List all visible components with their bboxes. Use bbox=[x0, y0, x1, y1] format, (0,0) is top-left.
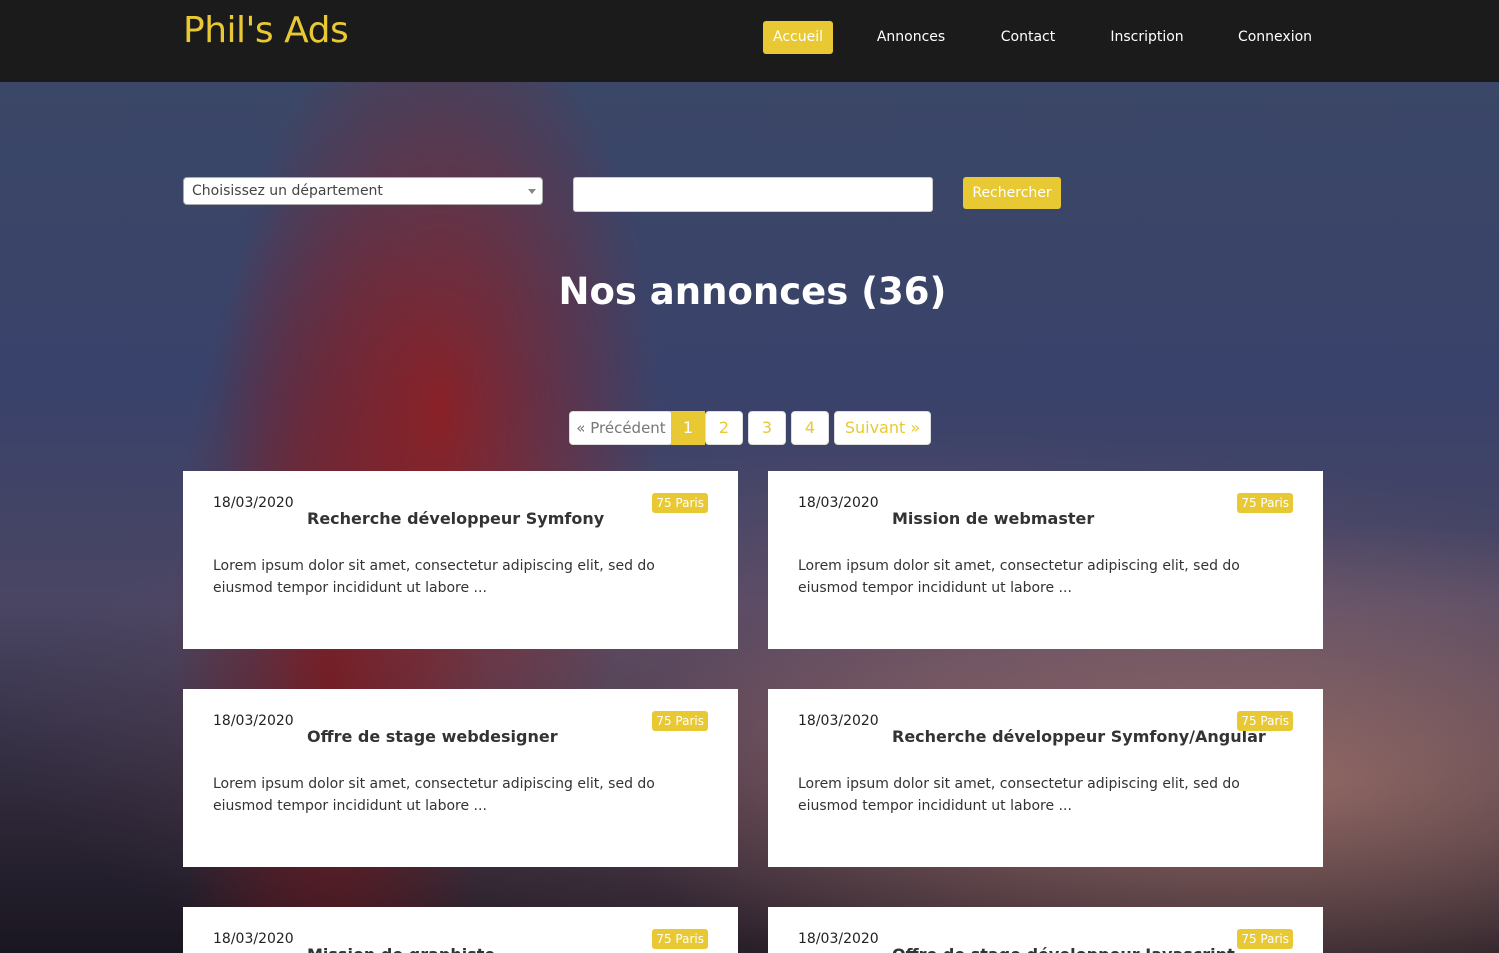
search-button[interactable]: Rechercher bbox=[963, 177, 1061, 209]
keyword-search-input[interactable] bbox=[573, 177, 933, 212]
ad-title[interactable]: Recherche développeur Symfony bbox=[307, 509, 604, 528]
nav-accueil[interactable]: Accueil bbox=[763, 21, 833, 54]
ad-date: 18/03/2020 bbox=[213, 713, 294, 729]
ad-card[interactable]: 18/03/2020 Mission de webmaster 75 Paris… bbox=[768, 471, 1323, 649]
navbar: Phil's Ads Accueil Annonces Contact Insc… bbox=[0, 0, 1499, 82]
ad-card[interactable]: 18/03/2020 Recherche développeur Symfony… bbox=[768, 689, 1323, 867]
ad-title[interactable]: Offre de stage développeur Javascript bbox=[892, 945, 1235, 953]
pagination-page-3[interactable]: 3 bbox=[748, 411, 786, 445]
ad-excerpt: Lorem ipsum dolor sit amet, consectetur … bbox=[213, 776, 655, 814]
ad-date: 18/03/2020 bbox=[213, 495, 294, 511]
nav-annonces[interactable]: Annonces bbox=[868, 21, 954, 54]
chevron-down-icon bbox=[528, 189, 536, 194]
ad-location-badge: 75 Paris bbox=[652, 929, 708, 949]
nav-inscription[interactable]: Inscription bbox=[1102, 21, 1192, 54]
pagination-page-4[interactable]: 4 bbox=[791, 411, 829, 445]
ad-date: 18/03/2020 bbox=[798, 931, 879, 947]
ad-excerpt: Lorem ipsum dolor sit amet, consectetur … bbox=[213, 558, 655, 596]
ad-title[interactable]: Mission de webmaster bbox=[892, 509, 1094, 528]
ad-location-badge: 75 Paris bbox=[1237, 929, 1293, 949]
ad-card[interactable]: 18/03/2020 Mission de graphiste 75 Paris bbox=[183, 907, 738, 953]
ad-card[interactable]: 18/03/2020 Offre de stage webdesigner 75… bbox=[183, 689, 738, 867]
pagination-page-2[interactable]: 2 bbox=[705, 411, 743, 445]
pagination-page-1[interactable]: 1 bbox=[671, 411, 705, 445]
pagination-next[interactable]: Suivant » bbox=[834, 411, 931, 445]
department-select[interactable]: Choisissez un département bbox=[183, 177, 543, 205]
department-select-value: Choisissez un département bbox=[192, 183, 383, 199]
ad-date: 18/03/2020 bbox=[798, 713, 879, 729]
ad-location-badge: 75 Paris bbox=[1237, 493, 1293, 513]
ad-date: 18/03/2020 bbox=[213, 931, 294, 947]
ad-title[interactable]: Recherche développeur Symfony/Angular bbox=[892, 727, 1266, 746]
pagination-previous[interactable]: « Précédent bbox=[569, 411, 673, 445]
ad-location-badge: 75 Paris bbox=[1237, 711, 1293, 731]
ad-card[interactable]: 18/03/2020 Offre de stage développeur Ja… bbox=[768, 907, 1323, 953]
ad-title[interactable]: Mission de graphiste bbox=[307, 945, 495, 953]
nav-contact[interactable]: Contact bbox=[993, 21, 1063, 54]
ad-card[interactable]: 18/03/2020 Recherche développeur Symfony… bbox=[183, 471, 738, 649]
ad-location-badge: 75 Paris bbox=[652, 493, 708, 513]
nav-connexion[interactable]: Connexion bbox=[1230, 21, 1320, 54]
ad-location-badge: 75 Paris bbox=[652, 711, 708, 731]
brand-logo[interactable]: Phil's Ads bbox=[183, 10, 349, 51]
ad-date: 18/03/2020 bbox=[798, 495, 879, 511]
page-title: Nos annonces (36) bbox=[558, 270, 947, 313]
ad-excerpt: Lorem ipsum dolor sit amet, consectetur … bbox=[798, 558, 1240, 596]
ad-title[interactable]: Offre de stage webdesigner bbox=[307, 727, 558, 746]
ad-excerpt: Lorem ipsum dolor sit amet, consectetur … bbox=[798, 776, 1240, 814]
